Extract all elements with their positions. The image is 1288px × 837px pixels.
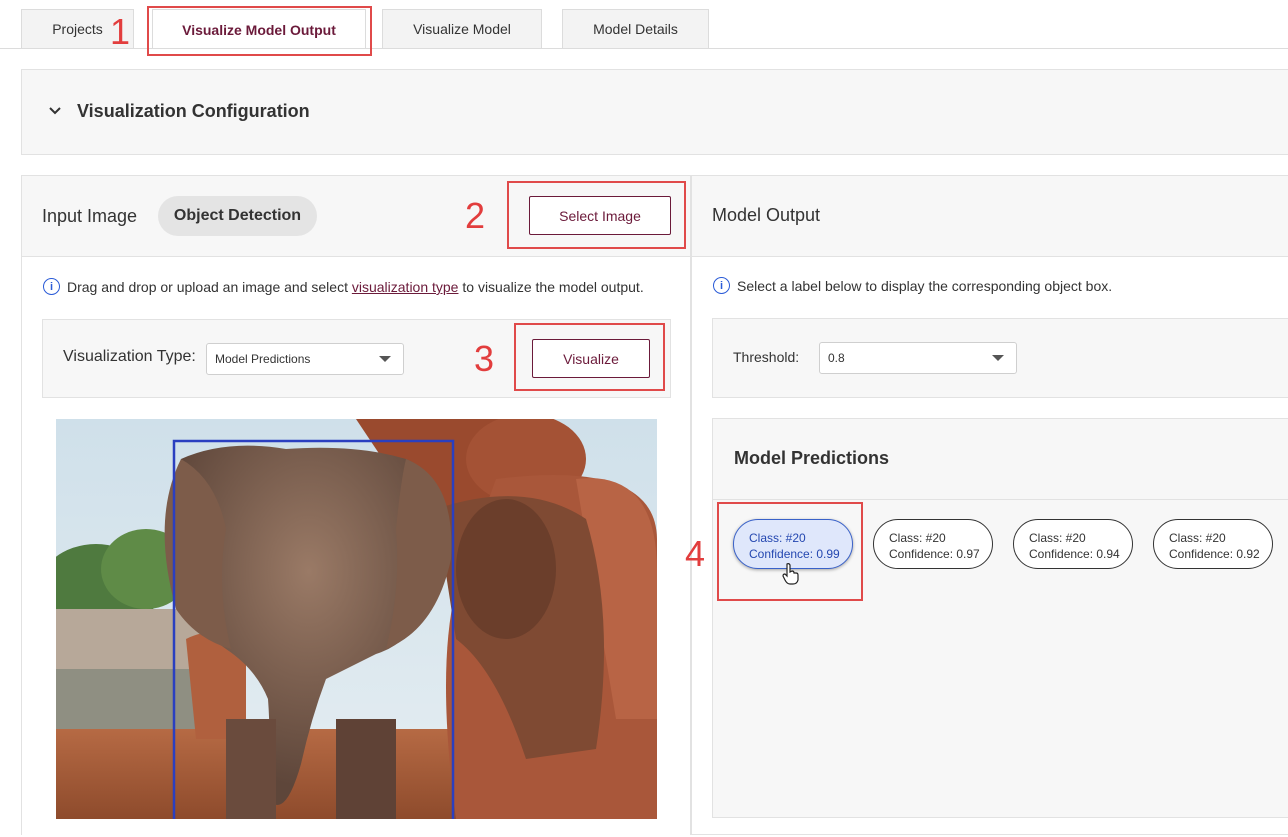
annotation-box-4 bbox=[717, 502, 863, 601]
input-info-text: Drag and drop or upload an image and sel… bbox=[67, 279, 644, 295]
visualization-type-label: Visualization Type: bbox=[63, 348, 196, 365]
visualization-type-link[interactable]: visualization type bbox=[352, 279, 459, 295]
select-value: 0.8 bbox=[828, 351, 845, 365]
model-output-title: Model Output bbox=[712, 205, 821, 225]
prediction-class: Class: #20 bbox=[1029, 531, 1086, 545]
model-predictions-title: Model Predictions bbox=[734, 448, 890, 468]
prediction-chip[interactable]: Class: #20 Confidence: 0.94 bbox=[1013, 519, 1133, 569]
prediction-chip[interactable]: Class: #20 Confidence: 0.92 bbox=[1153, 519, 1273, 569]
prediction-confidence: Confidence: 0.92 bbox=[1169, 547, 1260, 561]
divider bbox=[713, 499, 1288, 500]
annotation-number-2: 2 bbox=[465, 195, 486, 236]
annotation-box-1 bbox=[147, 6, 372, 56]
tab-label: Projects bbox=[52, 21, 103, 37]
annotation-number-4: 4 bbox=[685, 533, 706, 574]
tab-label: Model Details bbox=[593, 21, 678, 37]
annotation-box-2 bbox=[507, 181, 686, 249]
config-title: Visualization Configuration bbox=[77, 101, 310, 121]
threshold-label: Threshold: bbox=[733, 349, 800, 365]
annotation-box-3 bbox=[514, 323, 665, 391]
info-suffix: to visualize the model output. bbox=[458, 279, 644, 295]
tab-model-details[interactable]: Model Details bbox=[562, 9, 709, 48]
threshold-select[interactable]: 0.8 bbox=[819, 342, 1017, 374]
prediction-class: Class: #20 bbox=[889, 531, 946, 545]
select-value: Model Predictions bbox=[215, 352, 311, 366]
visualization-type-select[interactable]: Model Predictions bbox=[206, 343, 404, 375]
prediction-confidence: Confidence: 0.97 bbox=[889, 547, 980, 561]
input-image-title: Input Image bbox=[42, 206, 138, 226]
model-predictions-panel bbox=[712, 418, 1288, 818]
caret-down-icon bbox=[992, 355, 1004, 361]
chevron-down-icon[interactable] bbox=[48, 106, 62, 116]
prediction-class: Class: #20 bbox=[1169, 531, 1226, 545]
object-detection-pill: Object Detection bbox=[158, 196, 317, 236]
info-prefix: Drag and drop or upload an image and sel… bbox=[67, 279, 352, 295]
visualization-config-panel[interactable]: Visualization Configuration bbox=[21, 69, 1288, 155]
output-info-text: Select a label below to display the corr… bbox=[737, 278, 1113, 294]
caret-down-icon bbox=[379, 356, 391, 362]
annotation-number-1: 1 bbox=[110, 11, 131, 52]
info-icon: i bbox=[43, 278, 60, 295]
tab-visualize-model[interactable]: Visualize Model bbox=[382, 9, 542, 48]
divider bbox=[692, 256, 1288, 257]
info-icon: i bbox=[713, 277, 730, 294]
prediction-chip[interactable]: Class: #20 Confidence: 0.97 bbox=[873, 519, 993, 569]
annotation-number-3: 3 bbox=[474, 338, 495, 379]
input-image bbox=[56, 419, 657, 819]
tab-label: Visualize Model bbox=[413, 21, 511, 37]
prediction-confidence: Confidence: 0.94 bbox=[1029, 547, 1120, 561]
